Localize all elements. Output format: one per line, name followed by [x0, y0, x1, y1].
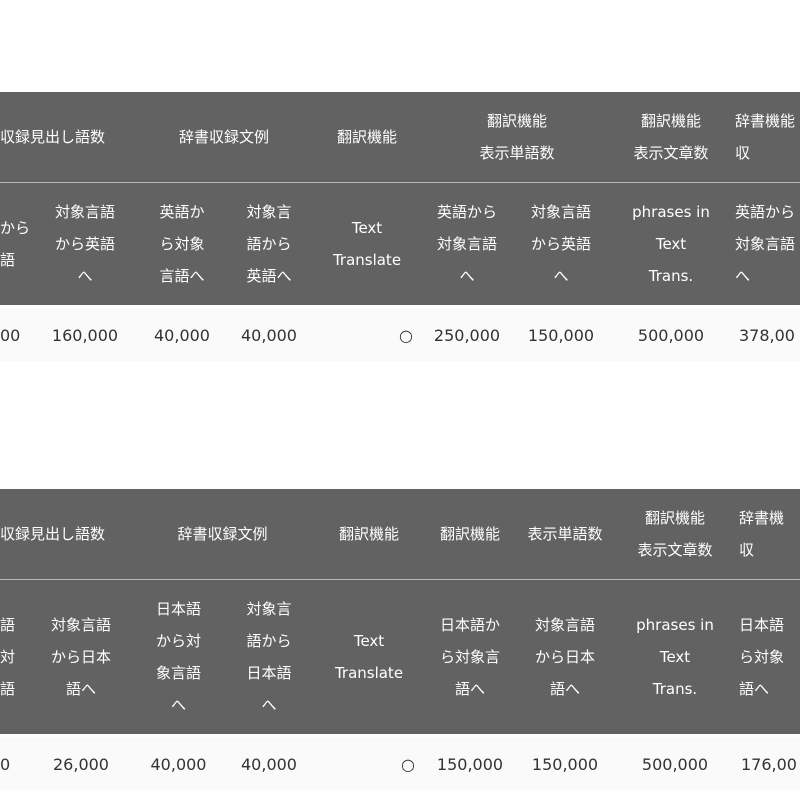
cell-examples-target-to-en: 40,000 — [227, 305, 311, 361]
sub-header-phrases: phrases in Text Trans. — [611, 182, 731, 307]
sub-header-phrases: phrases in Text Trans. — [615, 579, 735, 736]
sub-header-example-target-to-ja: 対象言 語から 日本語 へ — [225, 579, 313, 736]
sub-header-text-translate: Text Translate — [313, 579, 425, 736]
group-header-dictionary: 辞書機 収 — [735, 489, 800, 580]
sub-header-words-ja-to-target: 日本語か ら対象言 語へ — [425, 579, 515, 736]
cell-words-target-to-ja: 150,000 — [515, 734, 615, 790]
group-header-translation-sentence-count: 翻訳機能 表示文章数 — [611, 92, 731, 183]
sub-header-dict-en-to-target: 英語から 対象言語 へ — [731, 182, 800, 307]
cell-phrases: 500,000 — [611, 305, 731, 361]
group-header-headword-count: 収録見出し語数 — [0, 92, 137, 183]
cell-examples-target-to-ja: 40,000 — [225, 734, 313, 790]
header-group-row: 収録見出し語数 辞書収録文例 翻訳機能 翻訳機能 表示単語数 翻訳機能 表示文章… — [0, 92, 800, 183]
table-row: 0 26,000 40,000 40,000 ○ 150,000 150,000… — [0, 734, 800, 790]
group-header-translation: 翻訳機能 — [311, 92, 423, 183]
sub-header-words-en-to-target: 英語から 対象言語 へ — [423, 182, 511, 307]
cell-text-translate: ○ — [313, 734, 425, 790]
group-header-translation: 翻訳機能 — [313, 489, 425, 580]
group-header-example-sentences: 辞書収録文例 — [132, 489, 313, 580]
sub-header-example-target-to-en: 対象言 語から 英語へ — [227, 182, 311, 307]
sub-header-dict-ja-to-target: 日本語 ら対象 語へ — [735, 579, 800, 736]
cell-text-translate: ○ — [311, 305, 423, 361]
group-header-example-sentences: 辞書収録文例 — [137, 92, 311, 183]
header-sub-row: から 語 対象言語 から英語 へ 英語か ら対象 言語へ 対象言 語から 英語へ… — [0, 182, 800, 307]
sub-header-words-target-to-en: 対象言語 から英語 へ — [511, 182, 611, 307]
cell-dict-ja-to-target: 176,00 — [735, 734, 800, 790]
cell-examples-ja-to-target: 40,000 — [132, 734, 225, 790]
spec-table-japanese: 収録見出し語数 辞書収録文例 翻訳機能 翻訳機能 表示単語数 翻訳機能 表示文章… — [0, 489, 800, 790]
group-header-word-count: 表示単語数 — [515, 489, 615, 580]
cell-phrases: 500,000 — [615, 734, 735, 790]
cell-headwords-target-to-en: 160,000 — [33, 305, 137, 361]
sub-header-target-to-ja: 対象言語 から日本 語へ — [30, 579, 132, 736]
group-header-translation-function: 翻訳機能 — [425, 489, 515, 580]
cell-words-en-to-target: 250,000 — [423, 305, 511, 361]
sub-header-words-target-to-ja: 対象言語 から日本 語へ — [515, 579, 615, 736]
header-group-row: 収録見出し語数 辞書収録文例 翻訳機能 翻訳機能 表示単語数 翻訳機能 表示文章… — [0, 489, 800, 580]
sub-header-example-en-to-target: 英語か ら対象 言語へ — [137, 182, 227, 307]
sub-header-example-ja-to-target: 日本語 から対 象言語 へ — [132, 579, 225, 736]
sub-header-en-to-target: から 語 — [0, 182, 33, 307]
sub-header-target-to-en: 対象言語 から英語 へ — [33, 182, 137, 307]
header-sub-row: 語 対 語 対象言語 から日本 語へ 日本語 から対 象言語 へ 対象言 語から… — [0, 579, 800, 736]
cell-headwords-en-to-target: 00 — [0, 305, 33, 361]
cell-headwords-ja-to-target: 0 — [0, 734, 30, 790]
cell-dict-en-to-target: 378,00 — [731, 305, 800, 361]
group-header-dictionary: 辞書機能 収 — [731, 92, 800, 183]
group-header-translation-word-count: 翻訳機能 表示単語数 — [423, 92, 611, 183]
cell-headwords-target-to-ja: 26,000 — [30, 734, 132, 790]
group-header-headword-count: 収録見出し語数 — [0, 489, 132, 580]
cell-words-ja-to-target: 150,000 — [425, 734, 515, 790]
sub-header-text-translate: Text Translate — [311, 182, 423, 307]
spec-table-english: 収録見出し語数 辞書収録文例 翻訳機能 翻訳機能 表示単語数 翻訳機能 表示文章… — [0, 92, 800, 361]
table-row: 00 160,000 40,000 40,000 ○ 250,000 150,0… — [0, 305, 800, 361]
sub-header-ja-to-target: 語 対 語 — [0, 579, 30, 736]
cell-examples-en-to-target: 40,000 — [137, 305, 227, 361]
cell-words-target-to-en: 150,000 — [511, 305, 611, 361]
group-header-translation-sentence-count: 翻訳機能 表示文章数 — [615, 489, 735, 580]
